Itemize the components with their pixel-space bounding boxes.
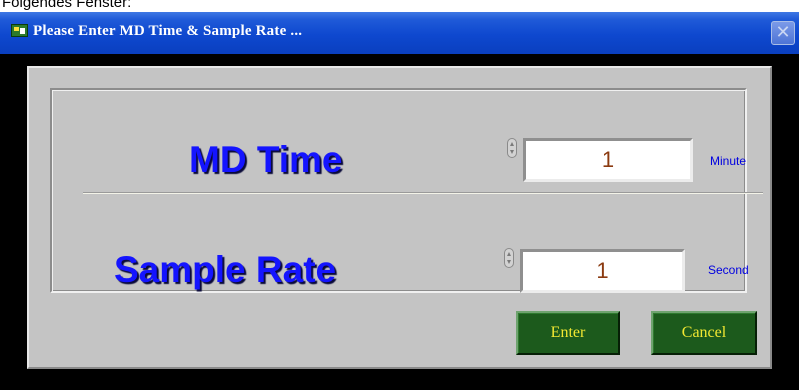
sample-rate-increment-decrement-icon[interactable] — [504, 248, 514, 268]
title-bar[interactable]: Please Enter MD Time & Sample Rate ... ✕ — [0, 12, 799, 54]
md-time-label: MD Time — [189, 139, 343, 180]
page-caption-strip: Folgendes Fenster: — [0, 0, 799, 12]
page-caption: Folgendes Fenster: — [2, 0, 132, 11]
md-time-unit: Minute — [710, 154, 747, 168]
md-time-input[interactable]: 1 — [523, 138, 693, 182]
section-divider — [83, 192, 763, 194]
md-time-increment-decrement-icon[interactable] — [507, 138, 517, 158]
cancel-button[interactable]: Cancel — [651, 311, 757, 355]
enter-button[interactable]: Enter — [516, 311, 620, 355]
dialog-panel: MD Time 1 Minute Sample Rate 1 Second En… — [27, 66, 772, 369]
sample-rate-label: Sample Rate — [114, 249, 337, 290]
settings-frame: MD Time 1 Minute Sample Rate 1 Second — [50, 88, 763, 293]
close-icon: ✕ — [775, 22, 791, 43]
sample-rate-input[interactable]: 1 — [520, 249, 685, 293]
sample-rate-unit: Second — [708, 263, 749, 277]
window-title: Please Enter MD Time & Sample Rate ... — [33, 23, 303, 39]
close-button[interactable]: ✕ — [771, 21, 795, 45]
dialog-window: Please Enter MD Time & Sample Rate ... ✕… — [0, 12, 799, 390]
app-icon — [11, 24, 28, 37]
